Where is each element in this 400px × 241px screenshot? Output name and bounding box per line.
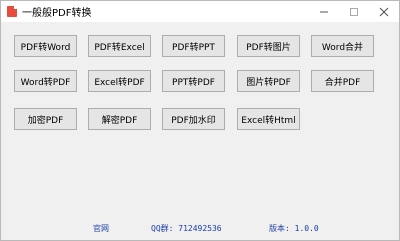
image-to-pdf-button[interactable]: 图片转PDF — [237, 70, 300, 92]
word-merge-button[interactable]: Word合并 — [311, 35, 374, 57]
app-window: 一般般PDF转换 PDF转Word PDF转Excel PDF转PPT PDF转… — [0, 0, 400, 241]
window-controls — [309, 1, 399, 22]
maximize-button[interactable] — [339, 1, 369, 22]
version-label: 版本: 1.0.0 — [269, 224, 319, 233]
title-bar: 一般般PDF转换 — [1, 1, 399, 22]
pdf-to-image-button[interactable]: PDF转图片 — [237, 35, 300, 57]
encrypt-pdf-button[interactable]: 加密PDF — [14, 108, 77, 130]
excel-to-html-button[interactable]: Excel转Html — [237, 108, 300, 130]
window-title: 一般般PDF转换 — [22, 8, 92, 19]
pdf-watermark-button[interactable]: PDF加水印 — [162, 108, 225, 130]
maximize-icon — [350, 7, 358, 16]
decrypt-pdf-button[interactable]: 解密PDF — [88, 108, 151, 130]
close-button[interactable] — [369, 1, 399, 22]
close-icon — [379, 7, 389, 16]
minimize-button[interactable] — [309, 1, 339, 22]
excel-to-pdf-button[interactable]: Excel转PDF — [88, 70, 151, 92]
pdf-to-word-button[interactable]: PDF转Word — [14, 35, 77, 57]
ppt-to-pdf-button[interactable]: PPT转PDF — [162, 70, 225, 92]
merge-pdf-button[interactable]: 合并PDF — [311, 70, 374, 92]
pdf-to-excel-button[interactable]: PDF转Excel — [88, 35, 151, 57]
word-to-pdf-button[interactable]: Word转PDF — [14, 70, 77, 92]
website-link[interactable]: 官网 — [93, 223, 109, 234]
minimize-icon — [320, 11, 328, 12]
pdf-to-ppt-button[interactable]: PDF转PPT — [162, 35, 225, 57]
qq-group-label: QQ群: 712492536 — [151, 224, 222, 233]
pdf-app-icon — [7, 6, 17, 17]
